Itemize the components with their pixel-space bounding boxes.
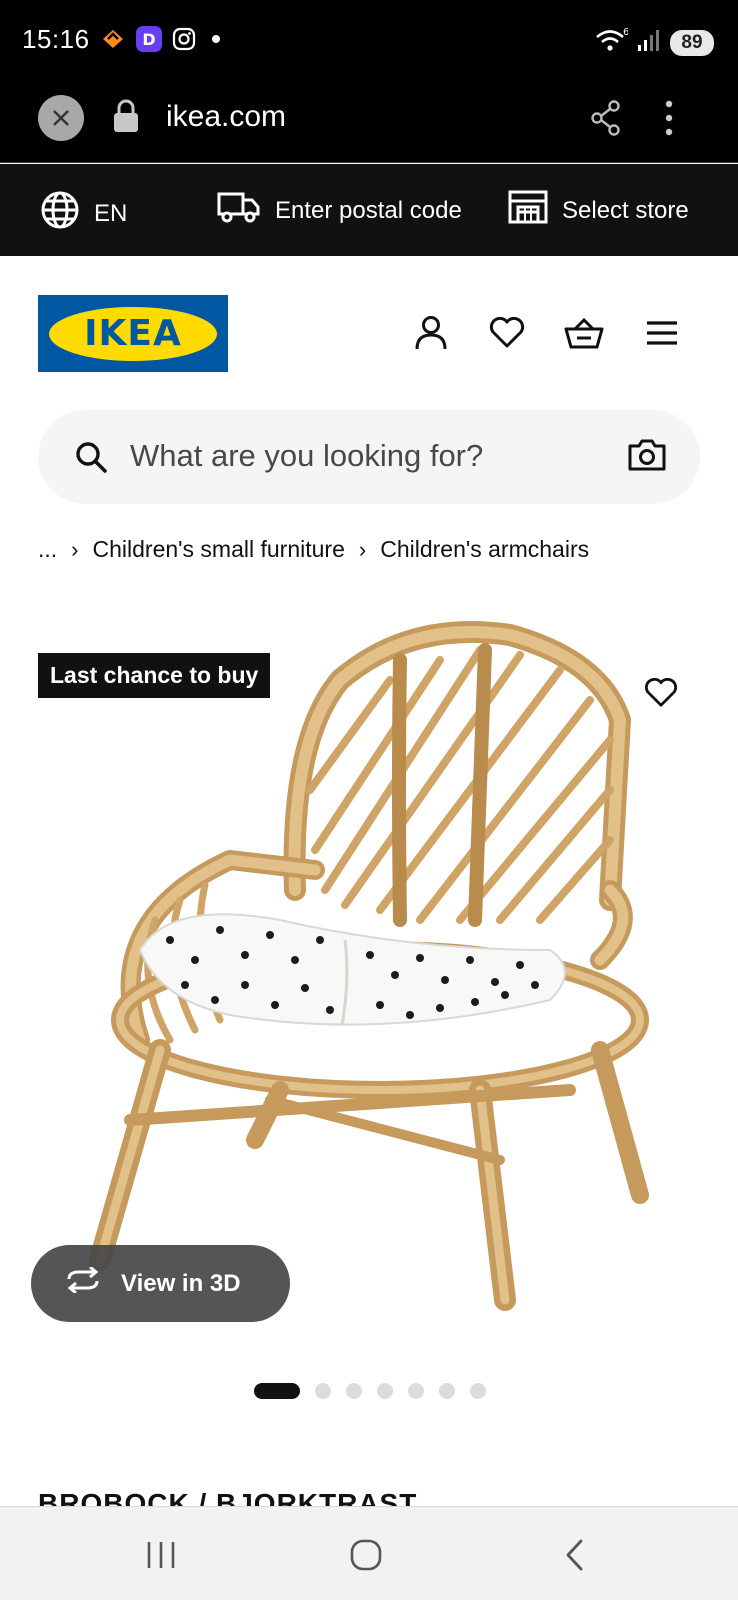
favourite-heart-icon[interactable] <box>641 673 681 713</box>
home-icon[interactable] <box>346 1535 386 1575</box>
chevron-right-icon: › <box>358 536 367 562</box>
carousel-dot[interactable] <box>315 1383 331 1399</box>
view-in-3d-label: View in 3D <box>121 1269 241 1297</box>
postal-code-label: Enter postal code <box>275 196 462 224</box>
delivery-truck-icon <box>217 190 261 231</box>
d-app-icon: D <box>136 26 162 57</box>
ikea-logo[interactable]: IKEA <box>38 295 228 372</box>
breadcrumb: ... › Children's small furniture › Child… <box>38 536 589 563</box>
search-placeholder: What are you looking for? <box>130 438 484 473</box>
carousel-dot[interactable] <box>470 1383 486 1399</box>
status-right: 6 89 <box>594 26 714 59</box>
heart-icon[interactable] <box>487 313 527 353</box>
postal-code-button[interactable]: Enter postal code <box>217 190 462 231</box>
user-icon[interactable] <box>411 313 451 353</box>
browser-url-bar: ikea.com <box>0 80 738 163</box>
carousel-dot[interactable] <box>408 1383 424 1399</box>
carousel-dot-active[interactable] <box>254 1383 300 1399</box>
logo-text: IKEA <box>84 313 182 354</box>
language-selector[interactable]: EN <box>40 190 127 237</box>
search-icon <box>74 440 108 479</box>
hamburger-menu-icon[interactable] <box>642 313 682 353</box>
camera-icon[interactable] <box>628 438 666 477</box>
view-in-3d-button[interactable]: View in 3D <box>31 1245 290 1322</box>
rotate-3d-icon <box>63 1265 103 1300</box>
globe-icon <box>40 190 80 237</box>
battery-icon: 89 <box>670 29 714 56</box>
search-input[interactable]: What are you looking for? <box>38 410 700 504</box>
last-chance-badge: Last chance to buy <box>38 653 271 698</box>
select-store-button[interactable]: Select store <box>508 190 689 231</box>
breadcrumb-item[interactable]: Children's small furniture <box>93 536 345 563</box>
carousel-dot[interactable] <box>377 1383 393 1399</box>
svg-text:D: D <box>142 30 155 49</box>
dot-icon <box>206 29 226 54</box>
chevron-right-icon: › <box>71 536 79 562</box>
breadcrumb-item[interactable]: Children's armchairs <box>380 536 589 563</box>
lock-icon[interactable] <box>112 98 140 139</box>
wifi-icon: 6 <box>594 26 629 59</box>
share-icon[interactable] <box>590 100 622 141</box>
carousel-dot[interactable] <box>439 1383 455 1399</box>
more-vert-icon[interactable] <box>664 100 674 141</box>
status-time: 15:16 <box>22 24 90 54</box>
heart-tag-icon <box>100 27 126 56</box>
status-app-icons: D <box>100 26 226 57</box>
language-label: EN <box>94 199 128 227</box>
product-image-gallery[interactable]: Last chance to buy View in 3D <box>0 600 738 1360</box>
battery-level: 89 <box>681 31 703 53</box>
url-text[interactable]: ikea.com <box>166 100 286 134</box>
top-strip: EN Enter postal code Select store <box>0 164 738 256</box>
image-carousel-indicator <box>254 1383 486 1399</box>
recent-apps-icon[interactable] <box>141 1535 181 1575</box>
back-icon[interactable] <box>554 1535 594 1575</box>
carousel-dot[interactable] <box>346 1383 362 1399</box>
store-icon <box>508 190 548 231</box>
basket-icon[interactable] <box>564 313 604 353</box>
select-store-label: Select store <box>562 196 689 224</box>
close-icon[interactable] <box>38 95 84 141</box>
product-image <box>89 621 649 1311</box>
breadcrumb-ellipsis[interactable]: ... <box>38 536 57 563</box>
network-type-label: 6 <box>623 27 628 38</box>
logo-oval: IKEA <box>49 306 217 361</box>
system-nav-bar <box>0 1506 738 1600</box>
signal-icon <box>636 27 662 58</box>
instagram-icon <box>172 27 196 56</box>
status-bar: 15:16 D 6 89 <box>0 0 738 80</box>
